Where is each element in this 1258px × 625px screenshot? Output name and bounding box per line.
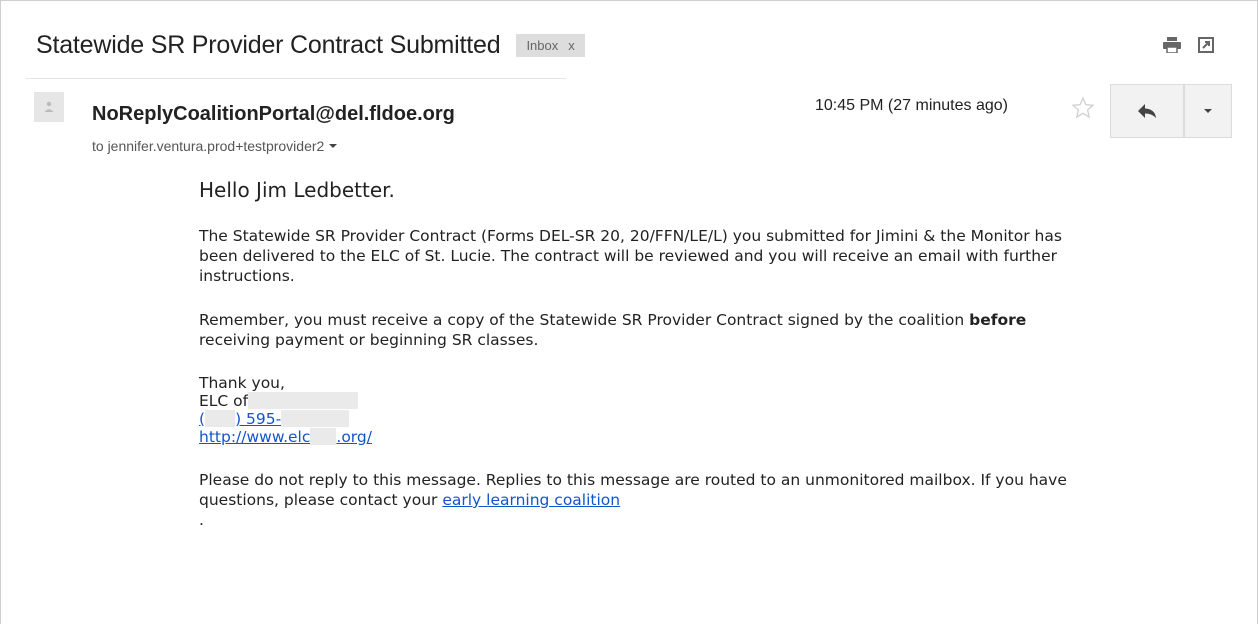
website-link-b[interactable]: .org/ xyxy=(336,428,372,446)
recipient-text: to jennifer.ventura.prod+testprovider2 xyxy=(92,138,325,154)
body-paragraph-2: Remember, you must receive a copy of the… xyxy=(199,310,1099,350)
email-body: Hello Jim Ledbetter. The Statewide SR Pr… xyxy=(199,178,1099,530)
recipient-details-dropdown-icon xyxy=(329,144,338,148)
phone-link-b[interactable]: ) 595- xyxy=(235,410,281,428)
person-icon xyxy=(44,101,54,112)
top-toolbar xyxy=(1162,36,1216,54)
signature-block: Thank you, ELC of () 595- http://www.elc… xyxy=(199,374,1099,446)
footer-end: . xyxy=(199,511,204,529)
chevron-down-icon xyxy=(1204,109,1212,113)
early-learning-coalition-link[interactable]: early learning coalition xyxy=(442,491,620,509)
label-text: Inbox xyxy=(526,37,559,53)
signature-phone[interactable]: () 595- xyxy=(199,410,1099,428)
remove-label-button[interactable]: x xyxy=(568,38,575,53)
footer-text: Please do not reply to this message. Rep… xyxy=(199,471,1067,509)
redacted-region xyxy=(205,410,236,427)
recipient-line[interactable]: to jennifer.ventura.prod+testprovider2 xyxy=(92,138,338,154)
star-icon[interactable] xyxy=(1071,96,1095,120)
open-in-new-window-icon[interactable] xyxy=(1196,36,1216,54)
para2-bold: before xyxy=(969,311,1027,329)
reply-button[interactable] xyxy=(1110,84,1184,138)
website-link-a[interactable]: http://www.elc xyxy=(199,428,310,446)
body-paragraph-1: The Statewide SR Provider Contract (Form… xyxy=(199,227,1062,285)
inbox-label-chip[interactable]: Inbox x xyxy=(516,33,585,57)
sender-address[interactable]: NoReplyCoalitionPortal@del.fldoe.org xyxy=(92,103,455,126)
redacted-region xyxy=(310,428,337,445)
signature-elc: ELC of xyxy=(199,392,1099,410)
header-divider xyxy=(26,78,566,79)
signature-url[interactable]: http://www.elc .org/ xyxy=(199,428,1099,446)
signature-thanks: Thank you, xyxy=(199,374,285,392)
email-timestamp: 10:45 PM (27 minutes ago) xyxy=(815,97,1008,114)
para2-text-b: receiving payment or beginning SR classe… xyxy=(199,331,539,349)
footer-notice: Please do not reply to this message. Rep… xyxy=(199,470,1099,530)
sender-avatar[interactable] xyxy=(34,92,64,122)
email-subject: Statewide SR Provider Contract Submitted xyxy=(36,30,501,59)
para2-text-a: Remember, you must receive a copy of the… xyxy=(199,311,970,329)
signature-elc-text: ELC of xyxy=(199,392,249,410)
greeting: Hello Jim Ledbetter. xyxy=(199,178,395,202)
printer-icon[interactable] xyxy=(1162,36,1182,54)
redacted-region xyxy=(248,392,359,409)
more-options-button[interactable] xyxy=(1184,84,1232,138)
subject-row: Statewide SR Provider Contract Submitted… xyxy=(36,28,585,62)
reply-arrow-icon xyxy=(1138,104,1156,118)
redacted-region xyxy=(281,410,350,427)
